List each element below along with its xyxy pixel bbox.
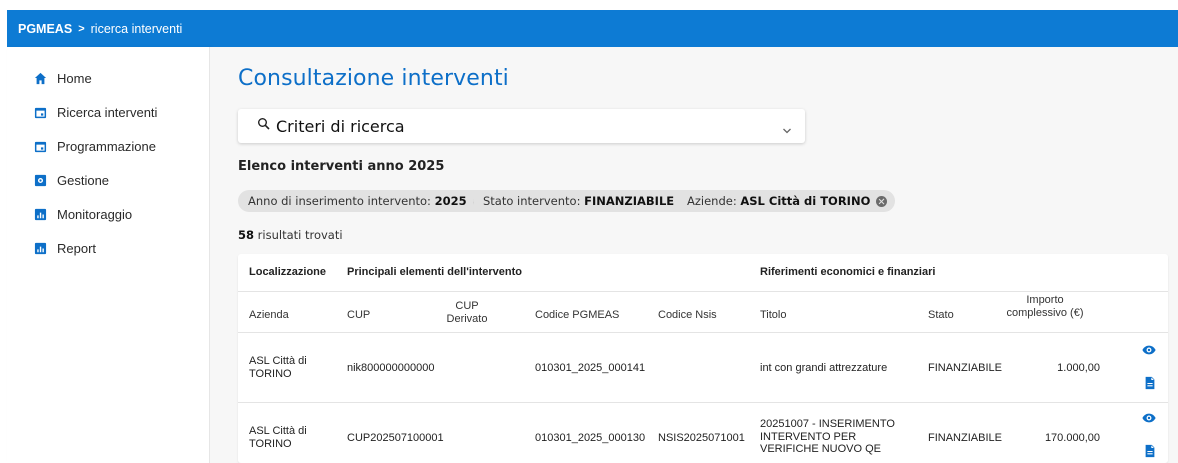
- column-header-stato[interactable]: Stato: [928, 309, 954, 322]
- cell-codice-pgmeas: 010301_2025_000130: [535, 432, 646, 444]
- chevron-down-icon[interactable]: [782, 122, 792, 134]
- cell-titolo: int con grandi attrezzature: [760, 362, 888, 374]
- view-eye-icon[interactable]: [1142, 411, 1156, 425]
- cell-importo: 1.000,00: [1057, 362, 1100, 374]
- divider: [238, 332, 1168, 333]
- group-header-riferimenti: Riferimenti economici e finanziari: [760, 266, 936, 278]
- chart-icon: [34, 208, 47, 221]
- column-header-cup-derivato[interactable]: CUP Derivato: [444, 300, 490, 325]
- breadcrumb-app[interactable]: PGMEAS: [18, 22, 72, 36]
- close-icon[interactable]: [876, 195, 888, 207]
- search-criteria-panel[interactable]: Criteri di ricerca: [238, 109, 805, 143]
- breadcrumb-current: ricerca interventi: [90, 21, 183, 36]
- column-header-azienda[interactable]: Azienda: [249, 309, 289, 322]
- cell-stato: FINANZIABILE: [928, 362, 1002, 374]
- list-title: Elenco interventi anno 2025: [238, 159, 445, 174]
- filter-chip-label: Aziende:: [687, 194, 737, 208]
- cell-azienda: ASL Città di TORINO: [249, 425, 307, 450]
- cell-azienda: ASL Città di TORINO: [249, 355, 307, 380]
- column-header-titolo[interactable]: Titolo: [760, 309, 787, 322]
- sidebar-item-ricerca-interventi[interactable]: Ricerca interventi: [34, 105, 157, 120]
- search-criteria-label: Criteri di ricerca: [276, 117, 405, 136]
- results-number: 58: [238, 228, 255, 242]
- document-icon[interactable]: [1143, 444, 1157, 458]
- sidebar-item-label: Report: [57, 241, 97, 256]
- home-icon: [34, 72, 47, 85]
- cell-cup: nik800000000000: [347, 362, 435, 374]
- group-header-localizzazione: Localizzazione: [249, 266, 327, 278]
- settings-icon: [34, 174, 47, 187]
- filter-chip-label: Anno di inserimento intervento:: [248, 194, 431, 208]
- column-header-importo[interactable]: Importo complessivo (€): [1006, 294, 1084, 319]
- search-icon: [257, 117, 271, 131]
- sidebar-item-label: Gestione: [57, 173, 110, 188]
- calendar-icon: [34, 106, 47, 119]
- sidebar-item-label: Ricerca interventi: [57, 105, 158, 120]
- filter-chip-aziende: Aziende: ASL Città di TORINO: [677, 190, 896, 212]
- column-header-codice-pgmeas[interactable]: Codice PGMEAS: [535, 309, 619, 322]
- cell-importo: 170.000,00: [1044, 432, 1100, 444]
- sidebar-item-label: Programmazione: [57, 139, 156, 154]
- results-text: risultati trovati: [257, 228, 343, 242]
- cell-cup: CUP202507100001: [347, 432, 444, 444]
- column-header-codice-nsis[interactable]: Codice Nsis: [658, 309, 717, 322]
- breadcrumb-separator: >: [78, 22, 85, 35]
- sidebar-item-gestione[interactable]: Gestione: [34, 173, 109, 188]
- filter-chip-stato: Stato intervento: FINANZIABILE: [473, 190, 700, 212]
- filter-chip-label: Stato intervento:: [483, 194, 581, 208]
- sidebar-item-home[interactable]: Home: [34, 71, 92, 86]
- page-title: Consultazione interventi: [238, 66, 509, 91]
- sidebar-item-report[interactable]: Report: [34, 241, 96, 256]
- cell-stato: FINANZIABILE: [928, 432, 1002, 444]
- document-icon[interactable]: [1143, 376, 1157, 390]
- cell-titolo: 20251007 - INSERIMENTO INTERVENTO PER VE…: [760, 418, 895, 456]
- sidebar: Home Ricerca interventi Programmazione G…: [7, 47, 210, 463]
- filter-chip-value: ASL Città di TORINO: [740, 194, 871, 208]
- filter-chip-value: 2025: [434, 194, 467, 208]
- filter-chip-anno: Anno di inserimento intervento: 2025: [238, 190, 492, 212]
- sidebar-item-label: Home: [57, 71, 92, 86]
- sidebar-item-programmazione[interactable]: Programmazione: [34, 139, 156, 154]
- sidebar-item-label: Monitoraggio: [57, 207, 133, 222]
- view-eye-icon[interactable]: [1142, 343, 1156, 357]
- results-count: 58 risultati trovati: [238, 228, 343, 242]
- main-content: Consultazione interventi Criteri di rice…: [210, 47, 1178, 463]
- group-header-principali-elementi: Principali elementi dell'intervento: [347, 266, 522, 278]
- column-header-cup[interactable]: CUP: [347, 309, 370, 322]
- divider: [238, 291, 1168, 292]
- divider: [238, 402, 1168, 403]
- filter-chip-value: FINANZIABILE: [584, 194, 675, 208]
- cell-codice-nsis: NSIS2025071001: [658, 432, 745, 444]
- chart-icon: [34, 242, 47, 255]
- sidebar-item-monitoraggio[interactable]: Monitoraggio: [34, 207, 132, 222]
- results-table: Localizzazione Principali elementi dell'…: [238, 254, 1168, 463]
- calendar-icon: [34, 140, 47, 153]
- cell-codice-pgmeas: 010301_2025_000141: [535, 362, 646, 374]
- breadcrumb: PGMEAS > ricerca interventi: [7, 10, 1178, 47]
